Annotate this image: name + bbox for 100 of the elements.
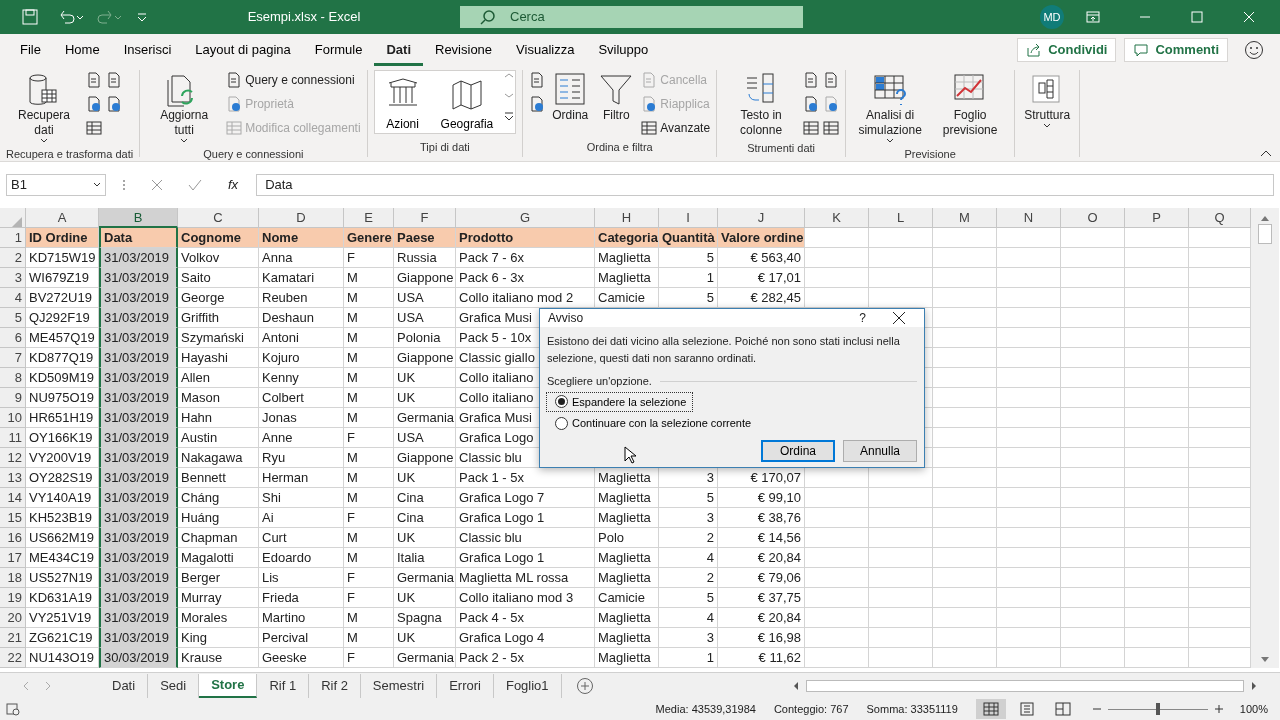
row-header[interactable]: 17 xyxy=(0,548,26,568)
column-header[interactable]: K xyxy=(805,208,869,228)
ribbon-button[interactable]: Aggiorna tutti xyxy=(146,70,223,146)
zoom-slider-thumb[interactable] xyxy=(1155,702,1160,715)
table-icon[interactable] xyxy=(86,120,102,136)
smiley-icon[interactable] xyxy=(1244,40,1264,60)
ribbon-button[interactable]: Ordina xyxy=(549,70,592,125)
save-icon[interactable] xyxy=(22,9,38,25)
sheet-tab[interactable]: Store xyxy=(199,673,258,698)
ribbon-button[interactable]: Filtro xyxy=(595,70,638,125)
comments-button[interactable]: Commenti xyxy=(1124,38,1228,62)
column-header[interactable]: Q xyxy=(1189,208,1251,228)
row-header[interactable]: 21 xyxy=(0,628,26,648)
row-header[interactable]: 13 xyxy=(0,468,26,488)
ribbon-button[interactable]: Testo in colonne xyxy=(723,70,800,140)
row-header[interactable]: 15 xyxy=(0,508,26,528)
scroll-down-icon[interactable] xyxy=(1260,656,1270,664)
ribbon-button[interactable]: Analisi di simulazione xyxy=(852,70,929,146)
column-header[interactable]: E xyxy=(344,208,394,228)
collapse-ribbon-icon[interactable] xyxy=(1260,149,1272,157)
row-header[interactable]: 18 xyxy=(0,568,26,588)
sheet-tab[interactable]: Semestri xyxy=(360,673,438,698)
column-header[interactable]: A xyxy=(26,208,99,228)
ribbon-tab[interactable]: Sviluppo xyxy=(586,34,661,66)
view-button[interactable] xyxy=(975,699,1006,719)
document-icon[interactable] xyxy=(803,72,820,88)
row-header[interactable]: 1 xyxy=(0,228,26,248)
sheet-tab[interactable]: Rif 2 xyxy=(309,673,361,698)
row-header[interactable]: 7 xyxy=(0,348,26,368)
ribbon-tab[interactable]: Layout di pagina xyxy=(183,34,303,66)
column-header[interactable]: B xyxy=(99,208,178,228)
search-field[interactable]: Cerca xyxy=(460,6,803,28)
radio-icon[interactable] xyxy=(555,395,568,409)
column-header[interactable]: C xyxy=(178,208,259,228)
sheet-tab[interactable]: Rif 1 xyxy=(257,673,310,698)
column-header[interactable]: M xyxy=(933,208,997,228)
sheet-tab[interactable]: Errori xyxy=(437,673,494,698)
formula-field[interactable]: Data xyxy=(256,174,1274,196)
sheet-tab[interactable]: Foglio1 xyxy=(493,673,562,698)
row-header[interactable]: 12 xyxy=(0,448,26,468)
sheet-tab[interactable]: Dati xyxy=(100,673,149,698)
ribbon-tab[interactable]: Home xyxy=(52,34,112,66)
row-header[interactable]: 4 xyxy=(0,288,26,308)
document-icon[interactable] xyxy=(529,72,546,88)
column-header[interactable]: P xyxy=(1125,208,1189,228)
macro-record-icon[interactable] xyxy=(6,702,20,716)
column-header[interactable]: N xyxy=(997,208,1061,228)
undo-icon[interactable] xyxy=(58,9,84,25)
ribbon-tab[interactable]: Formule xyxy=(302,34,375,66)
add-sheet-icon[interactable] xyxy=(575,676,594,695)
insert-function-button[interactable]: fx xyxy=(228,175,239,195)
gallery-option[interactable]: Geografia xyxy=(430,71,504,133)
caret-icon[interactable] xyxy=(93,182,101,188)
dialog-button[interactable]: Ordina xyxy=(761,439,835,462)
row-header[interactable]: 2 xyxy=(0,248,26,268)
column-header[interactable]: O xyxy=(1061,208,1125,228)
horizontal-scrollbar[interactable] xyxy=(806,679,1244,692)
row-header[interactable]: 20 xyxy=(0,608,26,628)
column-header[interactable]: L xyxy=(869,208,933,228)
maximize-icon[interactable] xyxy=(1189,9,1205,25)
document-icon[interactable] xyxy=(86,72,102,88)
column-header[interactable]: H xyxy=(595,208,659,228)
name-box[interactable]: B1 xyxy=(6,174,106,196)
gallery-option[interactable]: Azioni xyxy=(374,71,431,133)
avatar[interactable]: MD xyxy=(1040,5,1064,29)
row-header[interactable]: 8 xyxy=(0,368,26,388)
row-header[interactable]: 5 xyxy=(0,308,26,328)
column-header[interactable]: F xyxy=(394,208,456,228)
table-icon[interactable] xyxy=(823,120,840,136)
ribbon-display-icon[interactable] xyxy=(1085,9,1101,25)
row-header[interactable]: 14 xyxy=(0,488,26,508)
scrollbar-thumb[interactable] xyxy=(1258,224,1272,244)
customize-icon[interactable] xyxy=(136,11,148,23)
row-header[interactable]: 11 xyxy=(0,428,26,448)
zoom-level[interactable]: 100% xyxy=(1239,700,1268,718)
close-icon[interactable] xyxy=(892,311,906,325)
row-header[interactable]: 3 xyxy=(0,268,26,288)
document-icon[interactable] xyxy=(823,72,840,88)
row-header[interactable]: 9 xyxy=(0,388,26,408)
column-header[interactable]: I xyxy=(659,208,718,228)
table-icon[interactable] xyxy=(803,120,820,136)
row-header[interactable]: 10 xyxy=(0,408,26,428)
row-header[interactable]: 16 xyxy=(0,528,26,548)
enter-icon[interactable] xyxy=(188,178,202,192)
row-header[interactable]: 19 xyxy=(0,588,26,608)
share-button[interactable]: Condividi xyxy=(1017,38,1117,62)
ribbon-button[interactable]: Recupera dati xyxy=(6,70,82,146)
column-header[interactable]: J xyxy=(718,208,805,228)
ribbon-button[interactable]: Foglio previsione xyxy=(932,70,1009,140)
redo-icon[interactable] xyxy=(96,9,122,25)
radio-icon[interactable] xyxy=(555,416,568,430)
ribbon-tab[interactable]: Visualizza xyxy=(504,34,587,66)
document-icon[interactable] xyxy=(106,72,122,88)
ribbon-tab[interactable]: Inserisci xyxy=(111,34,184,66)
column-header[interactable]: G xyxy=(456,208,595,228)
zoom-in-icon[interactable] xyxy=(1213,704,1224,714)
ribbon-button[interactable]: Query e connessioni xyxy=(226,70,361,90)
ribbon-button[interactable]: Avanzate xyxy=(641,118,711,138)
row-header[interactable]: 22 xyxy=(0,648,26,668)
ribbon-button[interactable]: Struttura xyxy=(1021,70,1074,131)
